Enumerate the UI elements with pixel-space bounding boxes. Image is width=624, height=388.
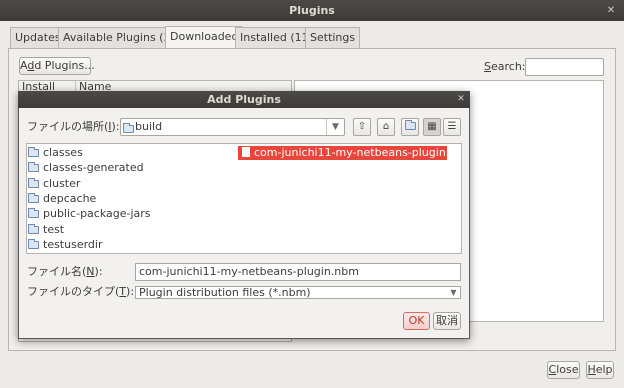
file-name-label-suffix: ):: [94, 265, 103, 278]
list-item[interactable]: classes-generated: [28, 160, 144, 175]
help-button[interactable]: Help: [586, 361, 614, 379]
add-plugins-label-rest: d Plugins...: [34, 59, 95, 72]
file-type-combo[interactable]: Plugin distribution files (*.nbm): [135, 286, 461, 299]
look-in-value: build: [135, 120, 163, 133]
close-button[interactable]: Close: [547, 361, 580, 379]
file-type-label: ファイルのタイプ(T):: [27, 286, 134, 298]
help-mnemonic: H: [587, 363, 596, 376]
dialog-title: Add Plugins: [18, 91, 470, 108]
details-view-button[interactable]: ☰: [443, 118, 461, 136]
selected-file-name: com-junichi11-my-netbeans-plugin.n...: [254, 146, 447, 159]
tab-settings[interactable]: Settings: [305, 27, 361, 48]
look-in-label-suffix: ):: [111, 120, 120, 133]
selected-file[interactable]: com-junichi11-my-netbeans-plugin.n...: [238, 146, 447, 160]
folder-name: depcache: [43, 192, 97, 205]
folder-name: classes: [43, 146, 83, 159]
look-in-label: ファイルの場所(I):: [27, 121, 120, 133]
folder-name: testuserdir: [43, 238, 103, 251]
search-label-rest: earch:: [490, 60, 526, 73]
file-name-mnemonic: N: [86, 265, 95, 278]
new-folder-button[interactable]: [401, 118, 419, 136]
search-input[interactable]: [525, 58, 604, 76]
file-icon: [242, 147, 250, 157]
folder-icon: [28, 239, 39, 249]
tab-downloaded[interactable]: Downloaded: [165, 26, 244, 49]
search-label: Search:: [484, 60, 526, 74]
help-label-rest: elp: [595, 363, 613, 376]
list-item[interactable]: public-package-jars: [28, 206, 151, 221]
folder-icon: [28, 178, 39, 188]
dialog-close-icon[interactable]: ✕: [455, 91, 467, 108]
list-view-icon: ▦: [427, 121, 437, 132]
cancel-button[interactable]: 取消: [433, 312, 461, 330]
file-name-field[interactable]: com-junichi11-my-netbeans-plugin.nbm: [135, 263, 461, 281]
folder-icon: [28, 162, 39, 172]
file-name-label: ファイル名(N):: [27, 266, 103, 278]
list-view-button[interactable]: ▦: [423, 118, 441, 136]
folder-icon: [28, 224, 39, 234]
close-label-rest: lose: [556, 363, 579, 376]
list-item[interactable]: depcache: [28, 191, 96, 206]
home-button[interactable]: ⌂: [377, 118, 395, 136]
folder-icon: [28, 208, 39, 218]
search-mnemonic: S: [484, 60, 491, 73]
folder-name: test: [43, 223, 65, 236]
file-type-label-text: ファイルのタイプ(: [27, 285, 120, 298]
ok-button[interactable]: OK: [403, 312, 430, 330]
file-name-label-text: ファイル名(: [27, 265, 87, 278]
close-icon[interactable]: ✕: [604, 0, 618, 21]
add-plugins-button[interactable]: Add Plugins...: [19, 57, 95, 75]
file-type-label-suffix: ):: [126, 285, 135, 298]
up-folder-button[interactable]: ⇧: [353, 118, 371, 136]
look-in-label-text: ファイルの場所(: [27, 120, 109, 133]
folder-name: cluster: [43, 177, 81, 190]
details-view-icon: ☰: [447, 121, 457, 132]
folder-icon: [28, 193, 39, 203]
new-folder-icon: [404, 120, 416, 132]
folder-icon: [28, 147, 39, 157]
list-item[interactable]: classes: [28, 145, 83, 160]
home-icon: ⌂: [382, 121, 390, 132]
list-item[interactable]: test: [28, 222, 64, 237]
folder-icon: [123, 123, 134, 136]
list-item[interactable]: cluster: [28, 176, 80, 191]
folder-name: public-package-jars: [43, 207, 151, 220]
chevron-down-icon[interactable]: ▼: [446, 286, 461, 299]
window-title: Plugins: [0, 0, 624, 21]
list-item[interactable]: testuserdir: [28, 237, 103, 252]
chevron-down-icon[interactable]: ▼: [326, 119, 344, 135]
up-folder-icon: ⇧: [357, 121, 367, 132]
folder-name: classes-generated: [43, 161, 144, 174]
